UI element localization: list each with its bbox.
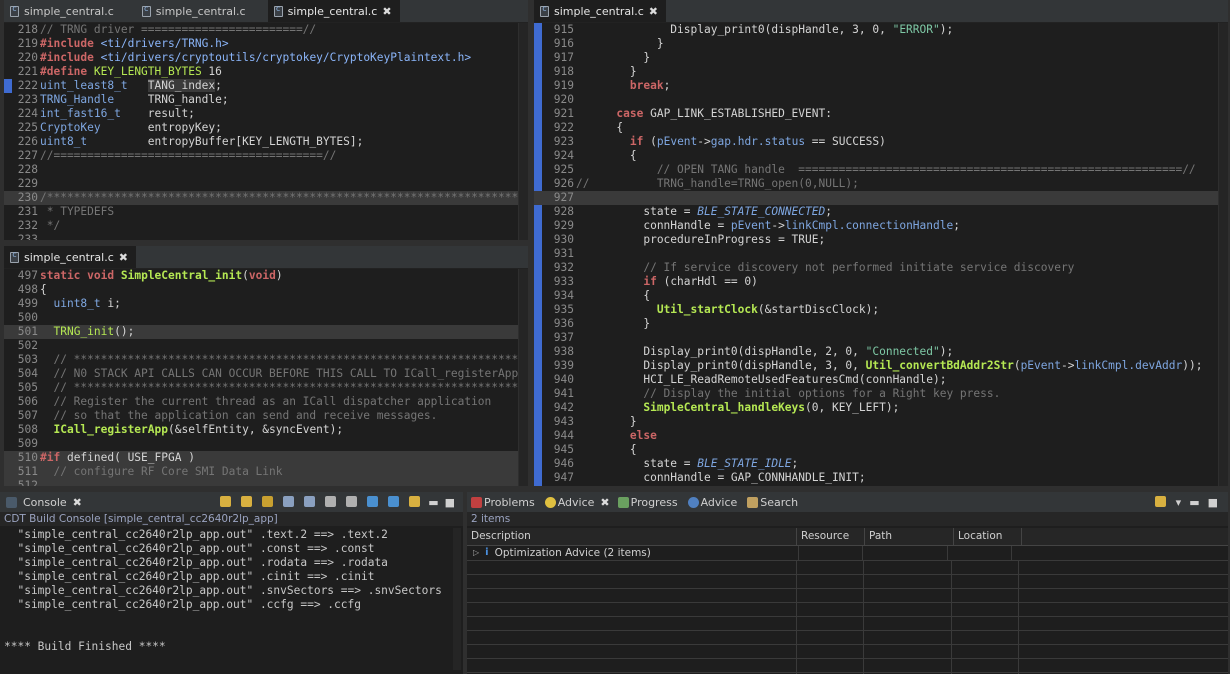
console-icon (6, 496, 17, 508)
minimize-icon[interactable]: ▬ (1189, 496, 1199, 509)
c-file-icon (10, 250, 19, 263)
arrow-up-icon[interactable] (241, 495, 253, 507)
console-toolbar: Console ✖ ▬ ■ (0, 492, 463, 512)
code-area[interactable]: 497 static void SimpleCentral_init(void) … (4, 269, 528, 486)
editor-tab-bar: simple_central.c✖ (4, 246, 528, 269)
advice-globe-icon (687, 496, 699, 508)
open-console-icon[interactable] (409, 495, 421, 507)
info-icon: i (485, 547, 489, 558)
link-icon[interactable] (262, 495, 274, 507)
close-icon[interactable]: ✖ (600, 496, 609, 509)
editor-tab[interactable]: simple_central.c (136, 0, 254, 22)
console-tab[interactable]: Console (23, 496, 67, 509)
advice-icon (544, 496, 556, 508)
console-view: Console ✖ ▬ ■ CDT Build Console [simple_… (0, 492, 463, 674)
tab-advice-2[interactable]: Advice (701, 496, 738, 509)
column-header[interactable]: Path (865, 528, 954, 545)
close-icon[interactable]: ✖ (73, 496, 82, 509)
paste-icon[interactable] (304, 495, 316, 507)
link-icon[interactable] (1154, 495, 1166, 507)
editor-tab-bar: simple_central.c✖ (534, 0, 1228, 23)
column-header[interactable]: Location (954, 528, 1022, 545)
vertical-scrollbar[interactable] (1218, 23, 1228, 486)
console-scrollbar[interactable] (453, 528, 461, 670)
expand-icon[interactable]: ▷ (473, 546, 479, 560)
column-header[interactable]: Resource (797, 528, 865, 545)
c-file-icon (540, 4, 549, 17)
vertical-scrollbar[interactable] (518, 23, 528, 240)
empty-rows (467, 561, 1228, 674)
search-icon (747, 496, 759, 508)
c-file-icon (10, 4, 19, 17)
item-count: 2 items (467, 512, 1228, 526)
vertical-scrollbar[interactable] (518, 269, 528, 486)
pin-icon[interactable] (367, 495, 379, 507)
console-subtitle: CDT Build Console [simple_central_cc2640… (0, 512, 463, 526)
advice-row-label: Optimization Advice (2 items) (494, 547, 651, 559)
console-line: "simple_central_cc2640r2lp_app.out" .snv… (4, 584, 442, 597)
maximize-icon[interactable]: ■ (1208, 496, 1218, 509)
display-icon[interactable] (388, 495, 400, 507)
console-line: "simple_central_cc2640r2lp_app.out" .con… (4, 542, 375, 555)
problems-icon (471, 496, 482, 508)
close-icon[interactable]: ✖ (649, 5, 658, 18)
clear-icon[interactable] (346, 495, 358, 507)
code-area[interactable]: 218// TRNG driver ======================… (4, 23, 528, 240)
code-area[interactable]: 915 Display_print0(dispHandle, 3, 0, "ER… (534, 23, 1228, 486)
advice-toolbar: Problems Advice ✖ Progress Advice Search… (467, 492, 1228, 512)
editor-bottom-left: simple_central.c✖ 497static void SimpleC… (4, 246, 528, 486)
copy-icon[interactable] (283, 495, 295, 507)
console-line: "simple_central_cc2640r2lp_app.out" .cin… (4, 570, 375, 583)
minimize-icon[interactable]: ▬ (428, 496, 438, 509)
tab-problems[interactable]: Problems (484, 496, 535, 509)
editor-right: simple_central.c✖ 915 Display_print0(dis… (534, 0, 1228, 486)
view-menu-icon[interactable]: ▾ (1176, 496, 1182, 509)
maximize-icon[interactable]: ■ (445, 496, 455, 509)
column-header[interactable]: Description (467, 528, 797, 545)
advice-table: Description Resource Path Location ▷ i O… (467, 528, 1228, 674)
editor-tab-active[interactable]: simple_central.c✖ (267, 0, 400, 22)
editor-tab-active[interactable]: simple_central.c✖ (4, 246, 136, 268)
console-output[interactable]: "simple_central_cc2640r2lp_app.out" .tex… (4, 528, 451, 654)
tab-progress[interactable]: Progress (631, 496, 678, 509)
tab-search[interactable]: Search (760, 496, 798, 509)
console-line: "simple_central_cc2640r2lp_app.out" .tex… (4, 528, 388, 541)
table-row[interactable]: ▷ i Optimization Advice (2 items) (467, 546, 1228, 561)
c-file-icon (141, 4, 151, 17)
editor-top-left: simple_central.c simple_central.c simple… (4, 0, 528, 240)
editor-tab-active[interactable]: simple_central.c✖ (534, 0, 666, 22)
tab-advice[interactable]: Advice (558, 496, 595, 509)
arrow-down-icon[interactable] (220, 495, 232, 507)
advice-view: Problems Advice ✖ Progress Advice Search… (467, 492, 1228, 674)
c-file-icon (273, 4, 283, 17)
close-icon[interactable]: ✖ (382, 5, 391, 18)
progress-icon (617, 496, 629, 508)
editor-tab-bar: simple_central.c simple_central.c simple… (4, 0, 528, 23)
console-line: **** Build Finished **** (4, 640, 166, 653)
table-header: Description Resource Path Location (467, 528, 1228, 546)
console-line: "simple_central_cc2640r2lp_app.out" .rod… (4, 556, 388, 569)
console-line: "simple_central_cc2640r2lp_app.out" .ccf… (4, 598, 361, 611)
wrap-icon[interactable] (325, 495, 337, 507)
close-icon[interactable]: ✖ (119, 251, 128, 264)
editor-tab[interactable]: simple_central.c (4, 0, 122, 22)
